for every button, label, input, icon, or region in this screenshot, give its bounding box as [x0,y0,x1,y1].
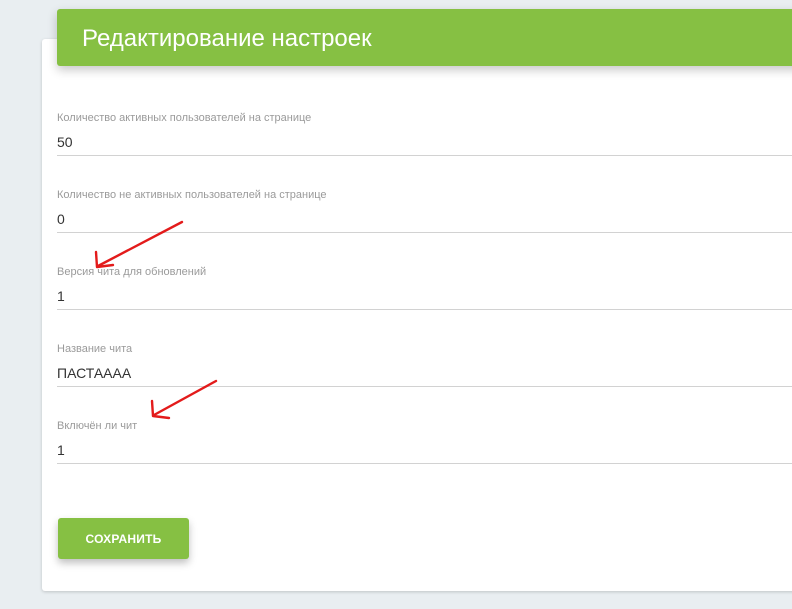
save-button[interactable]: СОХРАНИТЬ [58,518,189,559]
inactive-users-per-page-input[interactable] [57,205,792,233]
cheat-name-input[interactable] [57,359,792,387]
field-label: Количество активных пользователей на стр… [57,112,312,124]
active-users-per-page-field: Количество активных пользователей на стр… [57,111,792,161]
cheat-name-field: Название чита [57,342,792,392]
cheat-enabled-field: Включён ли чит [57,419,792,469]
field-label: Версия чита для обновлений [57,266,207,278]
page-title: Редактирование настроек [82,25,372,52]
card-header: Редактирование настроек [57,9,792,66]
cheat-enabled-input[interactable] [57,436,792,464]
cheat-version-field: Версия чита для обновлений [57,265,792,315]
field-label: Включён ли чит [57,420,138,432]
active-users-per-page-input[interactable] [57,128,792,156]
cheat-version-input[interactable] [57,282,792,310]
inactive-users-per-page-field: Количество не активных пользователей на … [57,188,792,238]
field-label: Название чита [57,343,133,355]
field-label: Количество не активных пользователей на … [57,189,327,201]
